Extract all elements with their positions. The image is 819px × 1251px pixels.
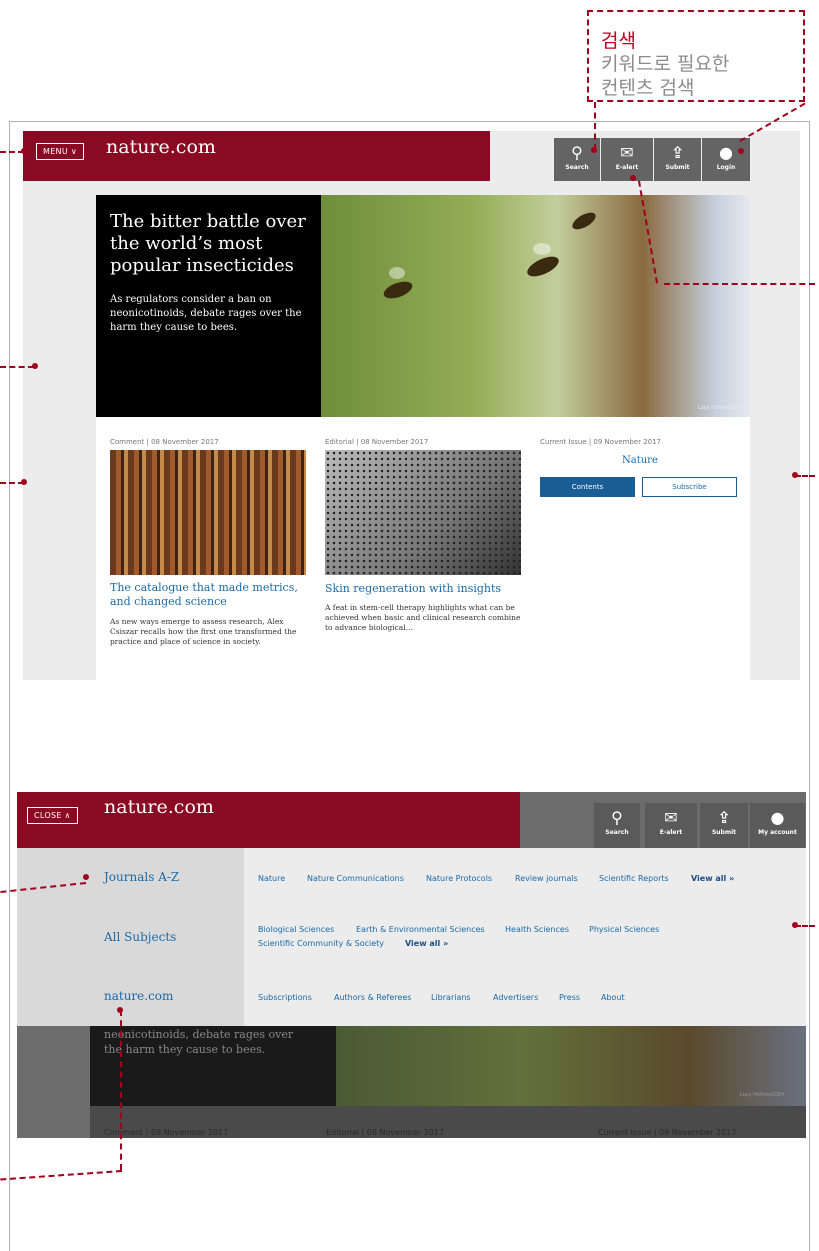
nav-link-earth-environmental[interactable]: Earth & Environmental Sciences [356, 925, 485, 934]
leader-dot [21, 479, 27, 485]
hero-title[interactable]: The bitter battle over the world’s most … [110, 211, 307, 277]
leader-line [594, 102, 596, 150]
hero-text-panel[interactable]: The bitter battle over the world’s most … [96, 195, 321, 417]
card1-title[interactable]: The catalogue that made metrics, and cha… [110, 581, 306, 609]
user-icon: ● [770, 808, 785, 827]
nav-link-scientific-community[interactable]: Scientific Community & Society [258, 939, 384, 948]
leader-dot [32, 363, 38, 369]
dimmed-hero-line1: neonicotinoids, debate rages over [104, 1028, 294, 1041]
e-alert-button[interactable]: ✉ E-alert [601, 138, 653, 181]
dimmed-hero-line2: the harm they cause to bees. [104, 1043, 266, 1056]
bee-shape [524, 252, 562, 281]
nav-link-view-all-journals[interactable]: View all » [691, 874, 734, 883]
leader-dot [21, 148, 27, 154]
login-button[interactable]: ● Login [702, 138, 750, 181]
leader-line [795, 925, 815, 927]
leader-line [664, 283, 815, 285]
bee-wing-shape [389, 267, 405, 279]
card1-image[interactable] [110, 450, 306, 575]
nav-link-authors-referees[interactable]: Authors & Referees [334, 993, 411, 1002]
nav-link-advertisers[interactable]: Advertisers [493, 993, 538, 1002]
nav-link-nature-communications[interactable]: Nature Communications [307, 874, 404, 883]
nav-link-subscriptions[interactable]: Subscriptions [258, 993, 312, 1002]
nav-journals-a-z[interactable]: Journals A-Z [104, 870, 179, 884]
search-button-open[interactable]: ⚲ Search [594, 803, 640, 848]
card1-meta: Comment | 08 November 2017 [110, 438, 219, 446]
annotation-title: 검색 [601, 30, 636, 52]
nav-link-review-journals[interactable]: Review journals [515, 874, 578, 883]
bee-shape [569, 209, 599, 233]
hero-bee-image[interactable]: Lucy Holmes/CEH [321, 195, 750, 417]
upload-icon: ⇪ [717, 808, 731, 827]
leader-line [0, 366, 34, 368]
my-account-button[interactable]: ● My account [750, 803, 805, 848]
search-icon: ⚲ [611, 808, 623, 827]
nav-link-librarians[interactable]: Librarians [431, 993, 471, 1002]
upload-icon: ⇪ [670, 143, 685, 162]
e-alert-button-open[interactable]: ✉ E-alert [645, 803, 697, 848]
dimmed-image-credit: Lucy Holmes/CEH [740, 1092, 785, 1098]
dimmed-meta-2: Editorial | 08 November 2017 [326, 1128, 445, 1137]
leader-dot [738, 148, 744, 154]
subscribe-button[interactable]: Subscribe [642, 477, 737, 497]
dimmed-hero-image [336, 1026, 806, 1106]
nav-link-scientific-reports[interactable]: Scientific Reports [599, 874, 669, 883]
card1-text: As new ways emerge to assess research, A… [110, 617, 297, 646]
nav-link-physical-sciences[interactable]: Physical Sciences [589, 925, 659, 934]
close-button[interactable]: CLOSE ∧ [27, 807, 78, 824]
leader-dot [83, 874, 89, 880]
dimmed-meta-3: Current Issue | 09 November 2017 [598, 1128, 737, 1137]
brand-logo-open[interactable]: nature.com [104, 796, 214, 818]
bee-shape [381, 278, 415, 302]
card2-title[interactable]: Skin regeneration with insights [325, 582, 525, 596]
menu-button[interactable]: MENU ∨ [36, 143, 84, 160]
submit-button-open[interactable]: ⇪ Submit [700, 803, 748, 848]
leader-dot [630, 175, 636, 181]
annotation-desc-line2: 컨텐츠 검색 [601, 77, 695, 99]
nav-link-about[interactable]: About [601, 993, 625, 1002]
card2-meta: Editorial | 08 November 2017 [325, 438, 429, 446]
annotation-desc-line1: 키워드로 필요한 [601, 53, 730, 75]
mail-icon: ✉ [664, 808, 678, 827]
nav-link-view-all-subjects[interactable]: View all » [405, 939, 448, 948]
dimmed-meta-1: Comment | 08 November 2017 [104, 1128, 229, 1137]
hero-subtitle: As regulators consider a ban on neonicot… [110, 294, 302, 333]
brand-logo[interactable]: nature.com [106, 136, 216, 158]
nav-link-biological-sciences[interactable]: Biological Sciences [258, 925, 334, 934]
nav-all-subjects[interactable]: All Subjects [104, 930, 176, 944]
submit-button[interactable]: ⇪ Submit [654, 138, 701, 181]
nav-link-nature-protocols[interactable]: Nature Protocols [426, 874, 492, 883]
card2-text: A feat in stem-cell therapy highlights w… [325, 603, 521, 632]
leader-line [120, 1010, 122, 1170]
image-credit: Lucy Holmes/CEH [697, 405, 742, 411]
mail-icon: ✉ [620, 143, 634, 162]
leader-dot [591, 147, 597, 153]
header-bar-open [17, 792, 520, 848]
nav-link-press[interactable]: Press [559, 993, 580, 1002]
header-bar [23, 131, 490, 181]
issue-journal-name[interactable]: Nature [622, 455, 658, 466]
nav-link-nature[interactable]: Nature [258, 874, 285, 883]
bee-wing-shape [533, 243, 551, 255]
issue-meta: Current Issue | 09 November 2017 [540, 438, 662, 446]
leader-line [795, 475, 815, 477]
nav-link-health-sciences[interactable]: Health Sciences [505, 925, 569, 934]
nav-nature-com[interactable]: nature.com [104, 989, 173, 1003]
card2-image[interactable] [325, 450, 521, 575]
contents-button[interactable]: Contents [540, 477, 635, 497]
annotation-callout: 검색 키워드로 필요한 컨텐츠 검색 [587, 10, 805, 102]
